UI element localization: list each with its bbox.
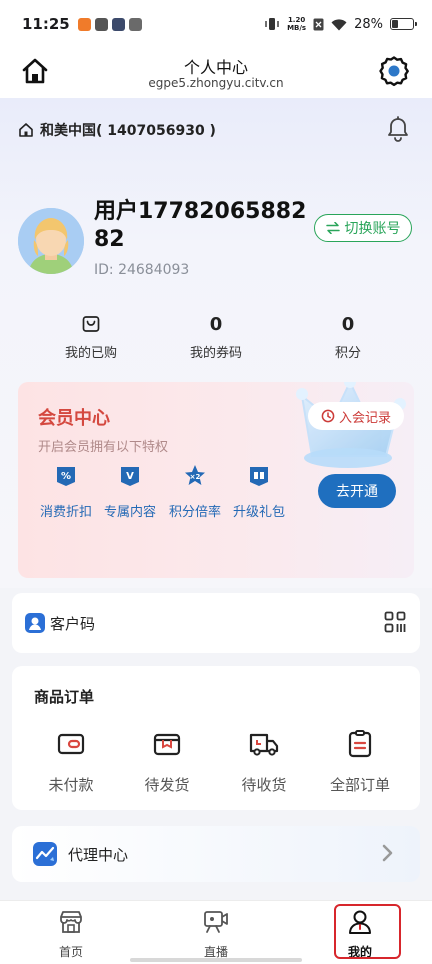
battery-icon (390, 18, 417, 30)
order-to-receive[interactable]: 待收货 (224, 730, 304, 795)
order-unpaid[interactable]: 未付款 (31, 730, 111, 795)
live-camera-icon (204, 911, 228, 933)
order-all[interactable]: 全部订单 (320, 730, 400, 795)
perk-exclusive[interactable]: V 专属内容 (98, 464, 162, 520)
stat-value: 0 (341, 313, 355, 335)
username: 用户1778206588282 (94, 199, 307, 252)
purchase-icon (82, 316, 100, 332)
truck-icon (249, 733, 279, 756)
perk-discount[interactable]: % 消费折扣 (34, 464, 98, 520)
wifi-icon (331, 18, 347, 30)
nav-home[interactable]: 首页 (36, 909, 106, 960)
vip-content-icon: V (121, 467, 139, 486)
perk-label: 消费折扣 (39, 505, 92, 520)
agent-center-card[interactable]: 代理中心 (12, 826, 420, 882)
perk-label: 积分倍率 (168, 505, 221, 520)
stat-label: 我的已购 (64, 346, 117, 361)
active-tab-highlight (334, 904, 401, 959)
stat-purchased[interactable]: 我的已购 (36, 312, 146, 361)
home-indicator (130, 958, 302, 962)
svg-text:×2: ×2 (190, 473, 201, 481)
swap-icon (325, 222, 340, 234)
membership-records-button[interactable]: 入会记录 (308, 402, 404, 430)
perk-label: 升级礼包 (232, 505, 285, 520)
notification-app-icon (128, 17, 142, 31)
bell-icon[interactable] (386, 116, 410, 142)
open-membership-button[interactable]: 去开通 (318, 474, 396, 508)
points-multiplier-icon: ×2 (185, 465, 205, 485)
switch-account-label: 切换账号 (344, 221, 401, 237)
order-label: 待发货 (144, 776, 190, 794)
page-title: 个人中心 (183, 58, 248, 77)
order-to-ship[interactable]: 待发货 (127, 730, 207, 795)
customer-code-card[interactable]: 客户码 (12, 593, 420, 653)
package-icon (153, 733, 181, 756)
page-domain: egpe5.zhongyu.citv.cn (148, 76, 284, 90)
orders-title: 商品订单 (34, 688, 95, 706)
user-id: ID: 24684093 (94, 262, 190, 278)
customer-code-label: 客户码 (50, 615, 96, 633)
history-icon (321, 409, 335, 423)
notification-app-icon (111, 17, 125, 31)
switch-account-button[interactable]: 切换账号 (314, 214, 412, 242)
discount-icon: % (57, 467, 75, 486)
order-label: 全部订单 (329, 776, 390, 794)
member-subtitle: 开启会员拥有以下特权 (38, 440, 169, 455)
avatar[interactable] (18, 208, 84, 274)
vibrate-icon (265, 18, 279, 30)
notification-app-icon (94, 17, 108, 31)
customer-code-icon (25, 613, 45, 633)
notification-app-icon (77, 17, 91, 31)
wallet-icon (57, 733, 85, 755)
order-label: 待收货 (241, 776, 287, 794)
membership-records-label: 入会记录 (338, 410, 391, 426)
gift-icon (250, 467, 268, 486)
nav-live[interactable]: 直播 (181, 909, 251, 960)
order-label: 未付款 (48, 776, 94, 794)
home-outline-icon (19, 123, 33, 137)
sim-icon (313, 18, 324, 30)
product-orders-card: 商品订单 未付款 待发货 待收货 全部订单 (12, 666, 420, 810)
order-list-icon (348, 730, 372, 758)
avatar-illustration (18, 208, 84, 274)
status-bar: 11:25 1.20 MB/s 28% (0, 0, 432, 48)
org-name: 和美中国( 1407056930 ) (40, 123, 216, 139)
battery-level (392, 20, 398, 28)
member-title: 会员中心 (38, 408, 110, 429)
qr-code-icon[interactable] (384, 611, 406, 633)
org-selector[interactable]: 和美中国( 1407056930 ) (18, 120, 216, 140)
agent-center-label: 代理中心 (68, 846, 129, 864)
net-speed: 1.20 MB/s (287, 16, 307, 32)
nav-label: 首页 (58, 945, 83, 959)
status-app-icons (77, 17, 142, 31)
perk-gift[interactable]: 升级礼包 (227, 464, 291, 520)
gear-icon[interactable] (378, 55, 410, 87)
svg-text:%: % (61, 471, 71, 482)
app-header: 个人中心 egpe5.zhongyu.citv.cn (0, 48, 432, 98)
chevron-right-icon (382, 844, 393, 862)
svg-text:V: V (126, 471, 134, 482)
store-icon (60, 911, 82, 933)
member-center-card[interactable]: 会员中心 开启会员拥有以下特权 % 消费折扣 V 专属内容 ×2 积分倍率 升级… (18, 382, 414, 578)
perk-points[interactable]: ×2 积分倍率 (163, 464, 227, 520)
perk-label: 专属内容 (103, 505, 156, 520)
status-time: 11:25 (22, 15, 70, 33)
stat-value: 0 (209, 313, 223, 335)
stat-label: 我的券码 (189, 346, 242, 361)
stat-coupons[interactable]: 0 我的券码 (161, 312, 271, 362)
status-right: 1.20 MB/s 28% (264, 16, 417, 32)
agent-center-icon (33, 842, 57, 866)
battery-percent: 28% (354, 16, 383, 32)
crown-icon (296, 382, 406, 468)
stat-label: 积分 (334, 346, 361, 361)
stat-points[interactable]: 0 积分 (293, 312, 403, 362)
